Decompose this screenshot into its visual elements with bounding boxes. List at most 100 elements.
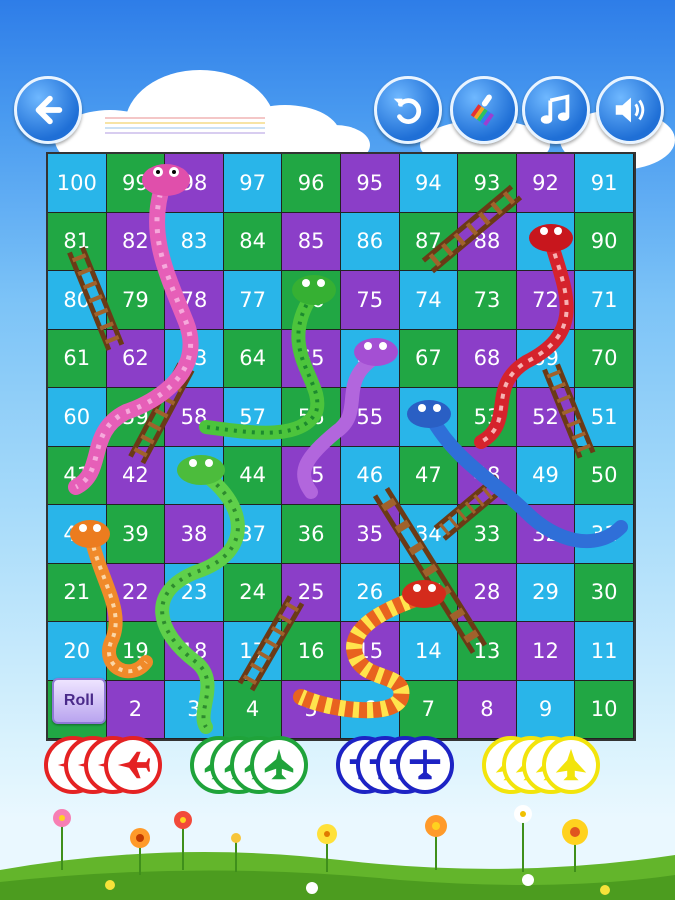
board-cell: 64 [223,329,283,388]
board-cell: 10 [575,680,634,739]
top-toolbar [0,0,675,150]
board-cell: 74 [399,271,459,330]
board-cell: 49 [516,446,576,505]
board-cell: 77 [223,271,283,330]
board-cell: 94 [399,154,459,213]
board-cell: 19 [106,622,166,681]
board-cell: 37 [223,505,283,564]
meadow-decoration [0,805,675,900]
board-cell: 8 [458,680,517,739]
undo-icon [393,98,422,124]
board-cell: 95 [340,154,400,213]
board-cell: 47 [399,446,459,505]
board-cell: 75 [340,271,400,330]
board-cell: 28 [458,563,517,622]
board-cell: 26 [340,563,400,622]
board-cell: 54 [399,388,459,447]
flower [522,874,534,886]
board-cell: 39 [106,505,166,564]
board-cell: 16 [282,622,341,681]
board-cell: 35 [340,505,400,564]
player-token[interactable] [542,736,600,794]
board-cell: 79 [106,271,166,330]
undo-button[interactable] [374,76,442,144]
board-cell: 57 [223,388,283,447]
board-cell: 20 [48,622,107,681]
player-token[interactable] [250,736,308,794]
board-cell: 90 [575,212,634,271]
music-button[interactable] [522,76,590,144]
paint-brush-icon [470,94,494,127]
roll-button[interactable]: Roll [52,678,106,724]
back-arrow-icon [35,95,63,125]
board-cell: 25 [282,563,341,622]
board-cell: 48 [458,446,517,505]
flower [306,882,318,894]
board-cell: 60 [48,388,107,447]
board-cell: 96 [282,154,341,213]
board-cell: 61 [48,329,107,388]
board-cell: 2 [106,680,166,739]
board-cell: 73 [458,271,517,330]
game-board: 100 99 98 97 96 95 94 93 92 91 81 82 83 84 85 86 87 88 89 9… [46,152,636,741]
propeller-plane-icon [409,749,441,780]
board-cell: 66 [340,329,400,388]
back-button[interactable] [14,76,82,144]
board-cell: 83 [165,212,224,271]
theme-button[interactable] [450,76,518,144]
board-cell: 65 [282,329,341,388]
board-cell: 6 [340,680,400,739]
board-cell: 69 [516,329,576,388]
player-1-tokens [44,736,169,800]
board-cell: 88 [458,212,517,271]
board-cell: 92 [516,154,576,213]
player-2-tokens [190,736,315,800]
sound-button[interactable] [596,76,664,144]
board-cell: 4 [223,680,283,739]
player-token[interactable] [104,736,162,794]
player-token[interactable] [396,736,454,794]
fighter-jet-icon [264,748,294,780]
player-4-tokens [482,736,607,800]
board-cell: 53 [458,388,517,447]
jet-icon [555,748,587,781]
board-cell: 45 [282,446,341,505]
board-cell: 80 [48,271,107,330]
flower [105,880,115,890]
board-cell: 5 [282,680,341,739]
board-cell: 43 [165,446,224,505]
board-cell: 100 [48,154,107,213]
board-cell: 31 [575,505,634,564]
board-cell: 33 [458,505,517,564]
board-cell: 89 [516,212,576,271]
board-cell: 91 [575,154,634,213]
board-cell: 32 [516,505,576,564]
board-cell: 12 [516,622,576,681]
board-cell: 41 [48,446,107,505]
board-cell: 76 [282,271,341,330]
board-cell: 23 [165,563,224,622]
board-cell: 78 [165,271,224,330]
board-cell: 42 [106,446,166,505]
airplane-icon [117,751,151,779]
board-cell: 67 [399,329,459,388]
board-cell: 99 [106,154,166,213]
board-cell: 40 [48,505,107,564]
board-cell: 21 [48,563,107,622]
board-cell: 50 [575,446,634,505]
board-cell: 87 [399,212,459,271]
speaker-icon [615,97,645,123]
board-cell: 36 [282,505,341,564]
board-cell: 70 [575,329,634,388]
board-cell: 17 [223,622,283,681]
board-cell: 3 [165,680,224,739]
board-cell: 84 [223,212,283,271]
board-cell: 27 [399,563,459,622]
board-cell: 44 [223,446,283,505]
board-cell: 63 [165,329,224,388]
board-cell: 11 [575,622,634,681]
board-cell: 59 [106,388,166,447]
board-cell: 18 [165,622,224,681]
board-cell: 58 [165,388,224,447]
board-cell: 15 [340,622,400,681]
